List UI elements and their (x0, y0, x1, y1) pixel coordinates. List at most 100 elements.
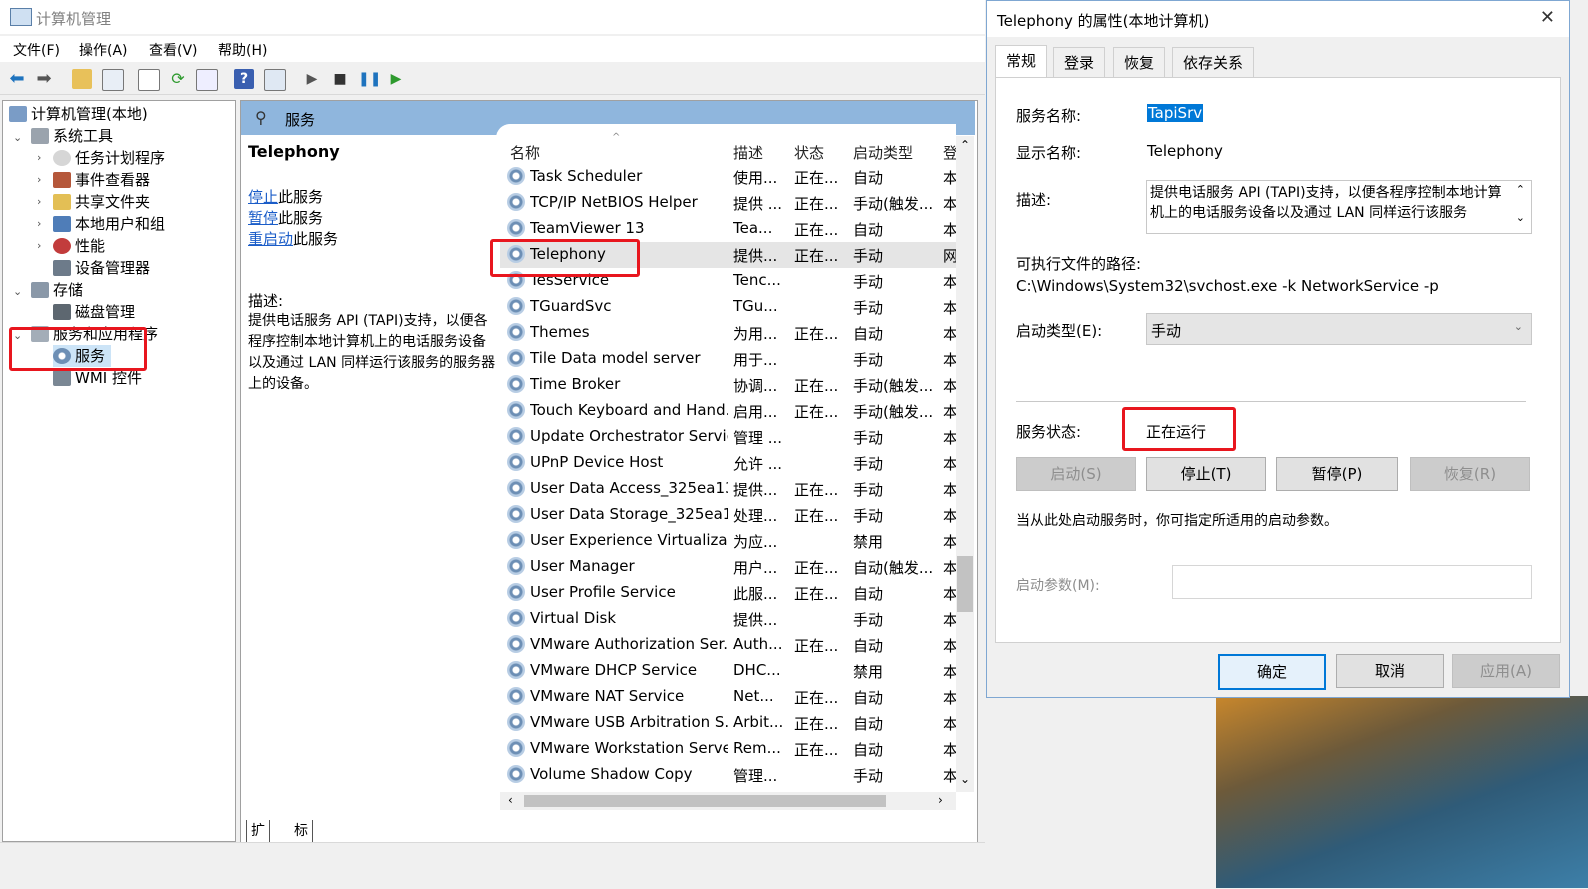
table-row[interactable]: User Manager 用户... 正在... 自动(触发... 本 (500, 554, 956, 580)
ok-button[interactable]: 确定 (1218, 654, 1326, 690)
scroll-up-icon[interactable]: ⌃ (1516, 183, 1525, 196)
column-startup-type[interactable]: 启动类型 (853, 142, 913, 163)
apply-button[interactable]: 应用(A) (1452, 654, 1560, 688)
tree-item-performance[interactable]: 性能 (53, 235, 105, 257)
description-box[interactable]: 提供电话服务 API (TAPI)支持，以便各程序控制本地计算机上的电话服务设备… (1146, 180, 1532, 234)
table-row[interactable]: Task Scheduler 使用... 正在... 自动 本 (500, 164, 956, 190)
start-service-icon[interactable]: ▶ (302, 69, 322, 89)
scroll-left-icon[interactable]: ‹ (508, 793, 513, 807)
tab-recovery[interactable]: 恢复 (1113, 47, 1166, 78)
table-row[interactable]: Time Broker 协调... 正在... 手动(触发... 本 (500, 372, 956, 398)
pause-service-action: 暂停此服务 (248, 208, 498, 229)
show-pane-icon[interactable] (264, 69, 286, 91)
table-row[interactable]: TGuardSvc TGu... 手动 本 (500, 294, 956, 320)
pause-service-icon[interactable]: ❚❚ (358, 69, 381, 89)
table-row[interactable]: VMware USB Arbitration S... Arbit... 正在...… (500, 710, 956, 736)
tree-item-task-scheduler[interactable]: 任务计划程序 (53, 147, 165, 169)
scroll-down-icon[interactable]: ⌄ (1516, 211, 1525, 224)
up-folder-icon[interactable] (72, 69, 92, 89)
table-row[interactable]: Volume Shadow Copy 管理... 手动 本 (500, 762, 956, 788)
resume-button[interactable]: 恢复(R) (1410, 457, 1530, 491)
scroll-down-icon[interactable]: ⌄ (960, 772, 970, 786)
stop-button[interactable]: 停止(T) (1146, 457, 1266, 491)
chevron-right-icon[interactable]: › (37, 195, 41, 208)
forward-arrow-icon[interactable]: ➡ (34, 69, 54, 89)
stop-service-link[interactable]: 停止 (248, 188, 278, 206)
help-icon[interactable]: ? (234, 69, 254, 89)
properties-icon[interactable] (138, 69, 160, 91)
menu-view[interactable]: 查看(V) (149, 40, 198, 60)
table-row[interactable]: Tile Data model server 用于... 手动 本 (500, 346, 956, 372)
vertical-scrollbar[interactable]: ⌃ ⌄ (956, 136, 974, 792)
table-row[interactable]: Themes 为用... 正在... 自动 本 (500, 320, 956, 346)
table-row[interactable]: Virtual Disk 提供... 手动 本 (500, 606, 956, 632)
pause-service-link[interactable]: 暂停 (248, 209, 278, 227)
service-startup-cell: 手动 (853, 455, 884, 473)
chevron-down-icon[interactable]: ⌄ (13, 285, 22, 298)
table-row[interactable]: VMware Authorization Ser... Auth... 正在... 自… (500, 632, 956, 658)
column-name[interactable]: 名称 (510, 142, 540, 163)
menu-action[interactable]: 操作(A) (79, 40, 128, 60)
tree-root[interactable]: 计算机管理(本地) (9, 103, 148, 125)
service-logon-cell: 本 (943, 377, 956, 395)
table-row[interactable]: Update Orchestrator Service 管理 ... 手动 本 (500, 424, 956, 450)
scroll-up-icon[interactable]: ⌃ (960, 138, 970, 152)
scroll-thumb[interactable] (957, 556, 973, 612)
tree-item-shared-folders[interactable]: 共享文件夹 (53, 191, 150, 213)
horizontal-scrollbar[interactable]: ‹ › (500, 792, 956, 810)
tree-item-device-manager[interactable]: 设备管理器 (53, 257, 150, 279)
tree-item-storage[interactable]: 存储 (31, 279, 83, 301)
table-row[interactable]: User Data Storage_325ea13 处理... 正在... 手动 本 (500, 502, 956, 528)
table-row[interactable]: VMware NAT Service Net... 正在... 自动 本 (500, 684, 956, 710)
description-label: 描述: (1016, 191, 1052, 209)
chevron-right-icon[interactable]: › (37, 239, 41, 252)
service-desc-cell: 为用... (733, 325, 778, 343)
startup-type-select[interactable]: 手动 ⌄ (1146, 313, 1532, 345)
stop-service-icon[interactable]: ■ (330, 69, 350, 89)
start-button[interactable]: 启动(S) (1016, 457, 1136, 491)
table-row[interactable]: VMware DHCP Service DHC... 禁用 本 (500, 658, 956, 684)
table-row[interactable]: Touch Keyboard and Hand... 启用... 正在... 手动(触… (500, 398, 956, 424)
refresh-icon[interactable]: ⟳ (168, 69, 188, 89)
tree-item-local-users[interactable]: 本地用户和组 (53, 213, 165, 235)
scroll-right-icon[interactable]: › (938, 793, 943, 807)
hscroll-thumb[interactable] (524, 795, 886, 807)
table-row[interactable]: VMware Workstation Server Rem... 正在... 自动 本 (500, 736, 956, 762)
service-name-value[interactable]: TapiSrv (1147, 104, 1204, 122)
start-params-input[interactable] (1172, 565, 1532, 599)
chevron-right-icon[interactable]: › (37, 151, 41, 164)
table-row[interactable]: User Profile Service 此服... 正在... 自动 本 (500, 580, 956, 606)
menu-help[interactable]: 帮助(H) (218, 40, 267, 60)
table-row[interactable]: TCP/IP NetBIOS Helper 提供 ... 正在... 手动(触发...… (500, 190, 956, 216)
tab-general[interactable]: 常规 (995, 45, 1048, 79)
tree-item-system-tools[interactable]: 系统工具 (31, 125, 113, 147)
column-description[interactable]: 描述 (733, 142, 763, 163)
pause-button[interactable]: 暂停(P) (1276, 457, 1398, 491)
service-startup-cell: 手动 (853, 247, 884, 265)
service-desc-cell: 处理... (733, 507, 778, 525)
back-arrow-icon[interactable]: ⬅ (7, 69, 27, 89)
service-desc-cell: 为应... (733, 533, 778, 551)
column-status[interactable]: 状态 (794, 142, 824, 163)
restart-service-icon[interactable]: ▶ (386, 69, 406, 89)
service-name-cell: VMware Authorization Ser... (530, 635, 728, 653)
chevron-right-icon[interactable]: › (37, 217, 41, 230)
table-row[interactable]: User Experience Virtualizat... 为应... 禁用 本 (500, 528, 956, 554)
chevron-down-icon[interactable]: ⌄ (13, 131, 22, 144)
chevron-right-icon[interactable]: › (37, 173, 41, 186)
table-row[interactable]: User Data Access_325ea13 提供... 正在... 手动 本 (500, 476, 956, 502)
console-tree-icon[interactable] (102, 69, 124, 91)
tab-dependencies[interactable]: 依存关系 (1172, 47, 1255, 78)
tree-item-event-viewer[interactable]: 事件查看器 (53, 169, 150, 191)
service-startup-cell: 手动(触发... (853, 377, 934, 395)
service-desc-cell: DHC... (733, 661, 781, 679)
export-list-icon[interactable] (196, 69, 218, 91)
close-icon[interactable]: ✕ (1540, 7, 1555, 28)
table-row[interactable]: UPnP Device Host 允许 ... 手动 本 (500, 450, 956, 476)
tab-logon[interactable]: 登录 (1053, 47, 1106, 78)
cancel-button[interactable]: 取消 (1336, 654, 1444, 688)
tree-item-disk-management[interactable]: 磁盘管理 (53, 301, 135, 323)
restart-service-link[interactable]: 重启动 (248, 230, 293, 248)
tree-item-label: 存储 (53, 281, 84, 299)
menu-file[interactable]: 文件(F) (13, 40, 60, 60)
